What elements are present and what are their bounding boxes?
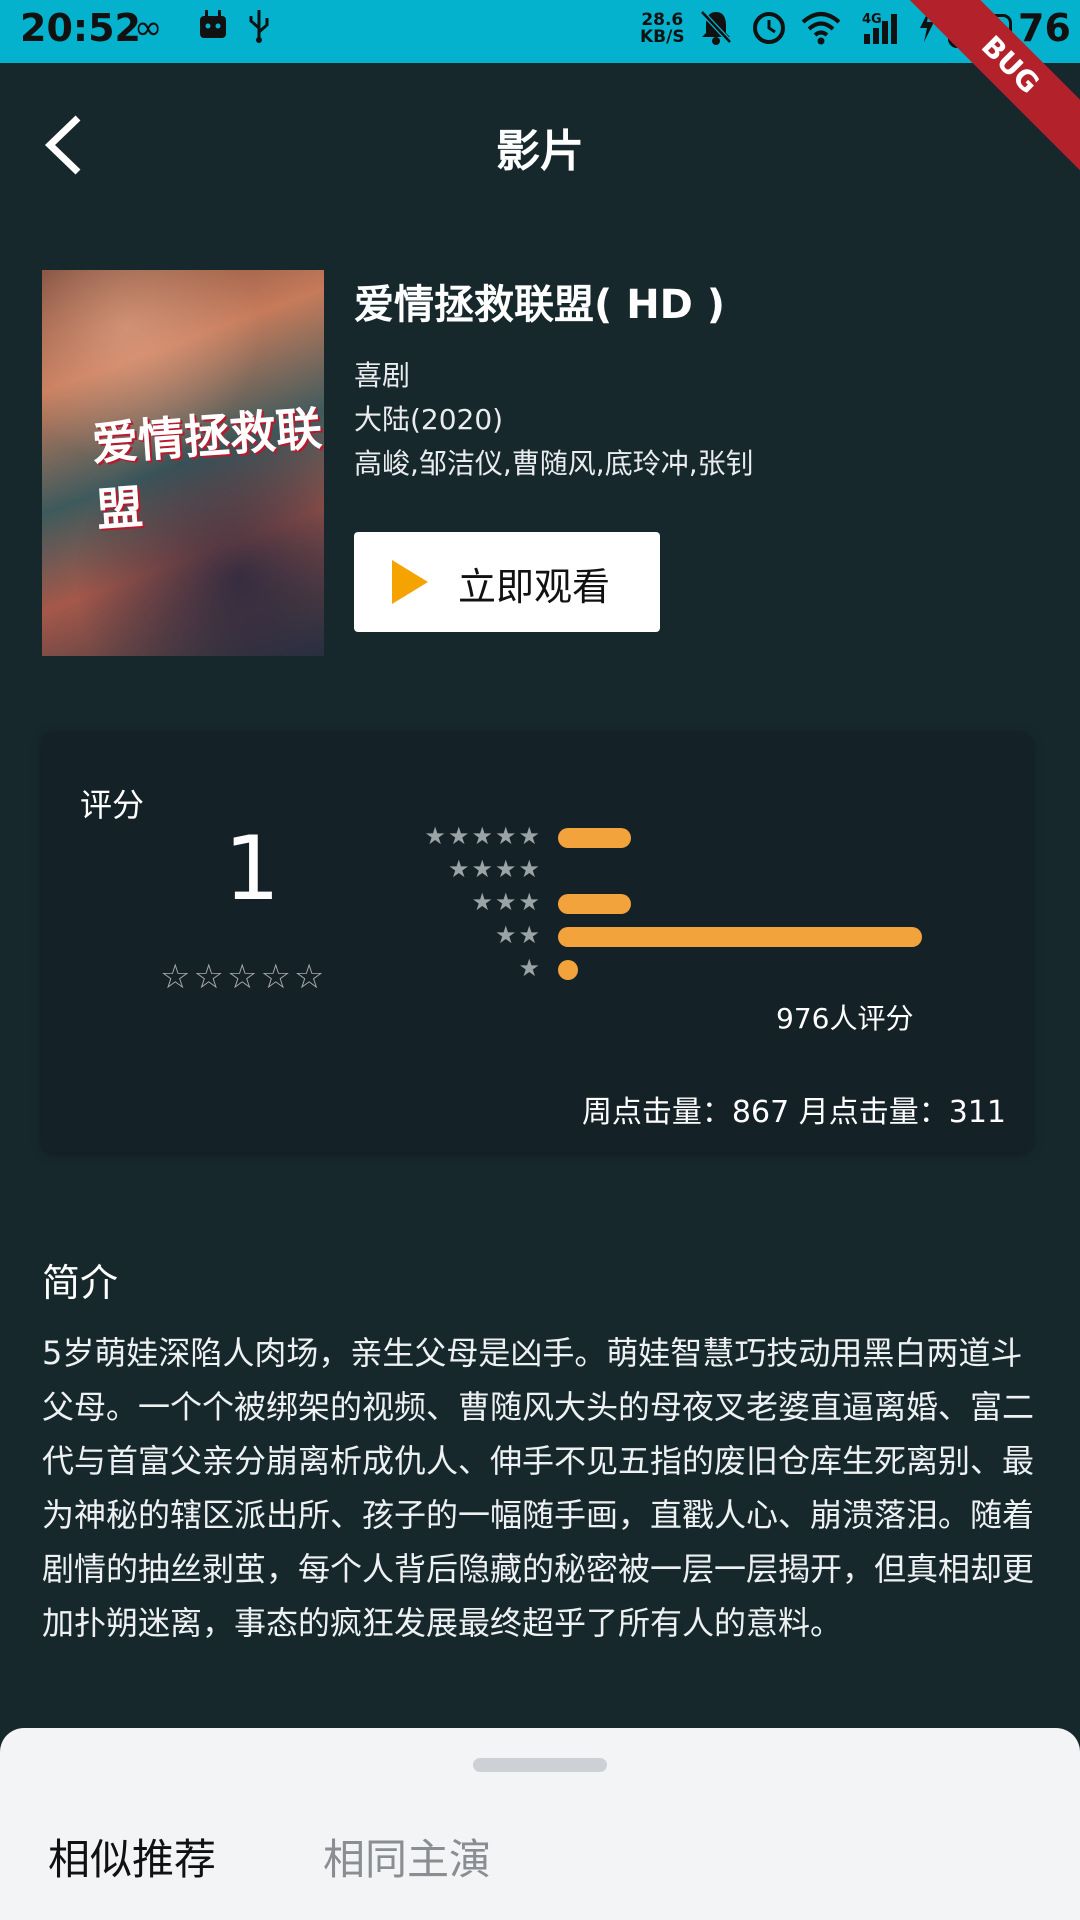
usb-icon (246, 8, 272, 53)
star-row-3: ★★★ (471, 888, 542, 916)
movie-poster[interactable]: 爱情拯救联盟 (42, 270, 324, 656)
bottom-sheet[interactable]: 相似推荐 相同主演 (0, 1728, 1080, 1920)
tab-same-actors[interactable]: 相同主演 (323, 1826, 491, 1887)
score-value: 1 (224, 817, 280, 920)
synopsis-text: 5岁萌娃深陷人肉场，亲生父母是凶手。萌娃智慧巧技动用黑白两道斗父母。一个个被绑架… (42, 1334, 1035, 1642)
alarm-icon (750, 8, 788, 55)
page-title: 影片 (496, 126, 584, 177)
status-bar: 20:52 ∞ 28.6 KB/S 4G 76 (0, 0, 1080, 63)
score-stars-icon: ☆☆☆☆☆ (160, 957, 328, 997)
watch-now-label: 立即观看 (458, 565, 611, 609)
rating-bar-3 (558, 894, 631, 914)
star-row-4: ★★★★ (447, 855, 542, 883)
wifi-icon (800, 8, 842, 55)
rating-label: 评分 (80, 786, 145, 824)
rating-bar-1 (558, 960, 578, 980)
play-icon (392, 560, 428, 604)
mute-icon (698, 8, 734, 55)
watch-now-button[interactable]: 立即观看 (354, 532, 660, 632)
rating-card: 评分 1 ☆☆☆☆☆ ★★★★★ ★★★★ ★★★ ★★ ★ 976人评分 周点… (42, 732, 1032, 1152)
network-speed: 28.6 KB/S (640, 12, 685, 46)
android-icon (196, 8, 230, 51)
click-stats: 周点击量：867 月点击量：311 (581, 1095, 1006, 1130)
infinity-icon: ∞ (134, 8, 163, 48)
rating-bar-5 (558, 828, 631, 848)
synopsis-title: 简介 (42, 1261, 119, 1305)
movie-cast: 高峻,邹洁仪,曹随风,底玲冲,张钊 (354, 447, 754, 480)
speed-unit: KB/S (640, 27, 685, 47)
rating-count: 976人评分 (776, 1002, 914, 1035)
movie-title: 爱情拯救联盟( HD ) (354, 282, 726, 328)
battery-percent: 76 (1018, 6, 1071, 50)
rating-bar-2 (558, 927, 922, 947)
signal-icon (860, 8, 904, 55)
movie-region-year: 大陆(2020) (354, 403, 504, 436)
sheet-drag-handle[interactable] (473, 1758, 607, 1772)
status-time: 20:52 (20, 6, 141, 50)
tab-similar-recommend[interactable]: 相似推荐 (48, 1826, 216, 1887)
poster-title-art: 爱情拯救联盟 (90, 401, 324, 537)
star-row-1: ★ (518, 954, 542, 982)
star-row-2: ★★ (494, 921, 542, 949)
movie-genre: 喜剧 (354, 359, 411, 392)
star-row-5: ★★★★★ (424, 822, 542, 850)
